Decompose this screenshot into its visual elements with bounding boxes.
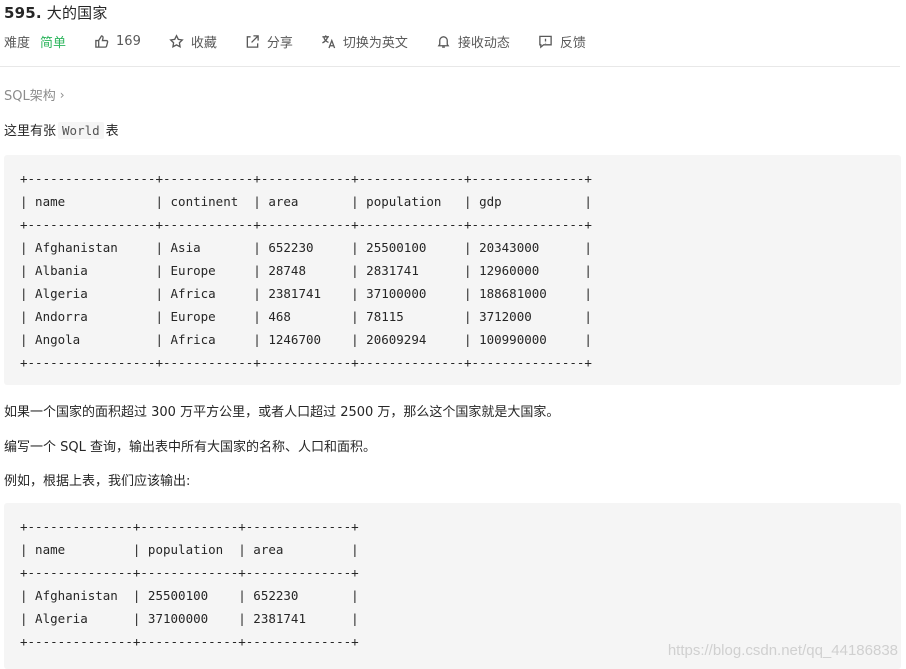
switch-language-label: 切换为英文 (342, 35, 408, 51)
share-label: 分享 (266, 35, 293, 51)
problem-meta-bar: 难度 简单 169 收藏 分享 切换为英文 接收动态 反馈 (4, 31, 614, 51)
intro-prefix: 这里有张 (4, 124, 57, 139)
problem-title: 595. 大的国家 (4, 2, 108, 23)
switch-language-button[interactable]: 切换为英文 (321, 32, 408, 51)
header-divider (0, 66, 900, 67)
problem-number: 595. (4, 4, 42, 22)
condition-paragraph: 如果一个国家的面积超过 300 万平方公里，或者人口超过 2500 万，那么这个… (4, 405, 560, 420)
like-count: 169 (116, 33, 141, 49)
feedback-label: 反馈 (559, 35, 586, 51)
chevron-right-icon: › (59, 87, 65, 102)
translate-icon (321, 34, 336, 48)
world-table-block: +-----------------+------------+--------… (4, 155, 901, 385)
favorite-label: 收藏 (190, 35, 217, 51)
notify-button[interactable]: 接收动态 (436, 32, 510, 51)
notify-label: 接收动态 (457, 35, 510, 51)
bell-icon (437, 35, 450, 48)
intro-suffix: 表 (105, 124, 119, 139)
task-paragraph: 编写一个 SQL 查询，输出表中所有大国家的名称、人口和面积。 (4, 440, 376, 455)
output-table-text: +--------------+-------------+----------… (20, 519, 359, 649)
share-icon (246, 34, 259, 48)
breadcrumb-label[interactable]: SQL架构 (4, 85, 56, 104)
feedback-button[interactable]: 反馈 (538, 32, 586, 51)
problem-name: 大的国家 (46, 4, 108, 22)
favorite-button[interactable]: 收藏 (169, 32, 217, 51)
share-button[interactable]: 分享 (245, 32, 293, 51)
intro-paragraph: 这里有张 World 表 (4, 120, 119, 139)
difficulty-label: 难度 (4, 35, 31, 51)
table-name-code: World (58, 122, 104, 139)
difficulty-badge: 简单 (40, 35, 67, 51)
world-table-text: +-----------------+------------+--------… (20, 171, 592, 370)
example-paragraph: 例如，根据上表，我们应该输出: (4, 474, 191, 489)
thumbs-up-icon (95, 34, 109, 48)
feedback-icon (539, 35, 552, 49)
watermark: https://blog.csdn.net/qq_44186838 (667, 642, 898, 659)
star-icon (169, 33, 184, 48)
breadcrumb[interactable]: SQL架构 › (4, 85, 65, 105)
like-button[interactable]: 169 (94, 34, 141, 49)
